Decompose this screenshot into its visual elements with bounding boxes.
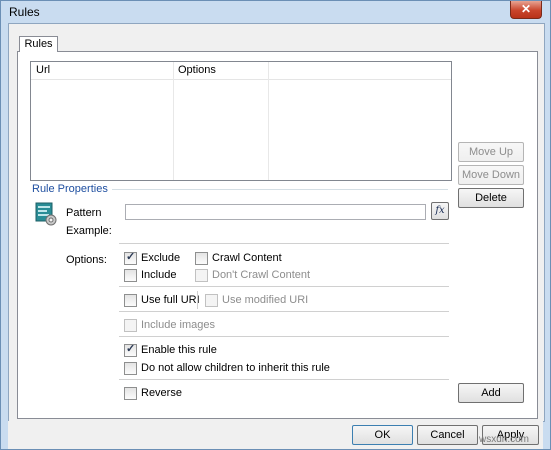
rule-settings-icon [35,202,57,226]
section-divider [119,286,449,287]
ok-label: OK [374,429,391,441]
list-header: Url Options [31,62,451,80]
watermark: wsxdn.com [479,434,530,445]
use-full-uri-label: Use full URI [141,294,200,306]
dialog-client-area: Rules Url Options Move Up Move Down Dele… [8,23,545,422]
tab-rules-label: Rules [24,38,53,50]
add-label: Add [481,387,501,399]
use-full-uri-checkbox[interactable]: Use full URI [124,293,200,307]
exclude-label: Exclude [141,252,181,264]
delete-label: Delete [475,192,507,204]
move-down-button[interactable]: Move Down [458,165,524,185]
pattern-input[interactable] [125,204,426,220]
close-icon: ✕ [520,2,532,16]
cancel-label: Cancel [430,429,465,441]
vertical-divider [197,291,198,309]
rules-tab-panel: Url Options Move Up Move Down Delete Rul… [17,51,538,419]
include-images-label: Include images [141,319,215,331]
rules-list[interactable]: Url Options [30,61,452,181]
title-bar[interactable]: Rules ✕ [1,1,550,23]
rules-dialog: Rules ✕ Rules Url Options Move Up Move D… [0,0,551,450]
include-images-checkbox[interactable]: Include images [124,318,215,332]
section-divider [119,336,449,337]
section-divider [119,311,449,312]
section-divider [119,243,449,244]
example-label: Example: [66,225,112,237]
delete-button[interactable]: Delete [458,188,524,208]
checkmark-icon: ✓ [126,343,136,355]
column-header-blank[interactable] [268,62,451,79]
window-title: Rules [9,5,40,19]
move-down-label: Move Down [461,169,521,181]
column-divider [268,62,269,180]
rule-properties-title: Rule Properties [32,183,112,195]
crawl-content-checkbox[interactable]: Crawl Content [195,251,282,265]
crawl-content-label: Crawl Content [212,252,282,264]
enable-rule-checkbox[interactable]: ✓ Enable this rule [124,343,217,357]
column-header-url[interactable]: Url [31,62,173,79]
dont-crawl-content-checkbox[interactable]: Don't Crawl Content [195,268,310,282]
column-header-options[interactable]: Options [173,62,268,79]
add-button[interactable]: Add [458,383,524,403]
enable-rule-label: Enable this rule [141,344,217,356]
no-inherit-checkbox[interactable]: Do not allow children to inherit this ru… [124,361,330,375]
column-divider [173,62,174,180]
dont-crawl-content-label: Don't Crawl Content [212,269,311,281]
move-up-button[interactable]: Move Up [458,142,524,162]
cancel-button[interactable]: Cancel [417,425,478,445]
exclude-checkbox[interactable]: ✓ Exclude [124,251,180,265]
reverse-label: Reverse [141,387,182,399]
group-separator [103,189,448,190]
expression-builder-button[interactable]: fx [431,202,449,220]
fx-icon: fx [435,205,445,216]
pattern-label: Pattern [66,207,102,219]
options-label: Options: [66,254,107,266]
use-modified-uri-checkbox[interactable]: Use modified URI [205,293,308,307]
ok-button[interactable]: OK [352,425,413,445]
move-up-label: Move Up [468,146,514,158]
close-button[interactable]: ✕ [510,1,542,19]
include-checkbox[interactable]: Include [124,268,176,282]
use-modified-uri-label: Use modified URI [222,294,309,306]
reverse-checkbox[interactable]: Reverse [124,386,182,400]
include-label: Include [141,269,177,281]
dialog-footer: OK Cancel Apply wsxdn.com [8,421,543,449]
tab-rules[interactable]: Rules [19,36,58,52]
checkmark-icon: ✓ [126,251,136,263]
no-inherit-label: Do not allow children to inherit this ru… [141,362,330,374]
section-divider [119,379,449,380]
